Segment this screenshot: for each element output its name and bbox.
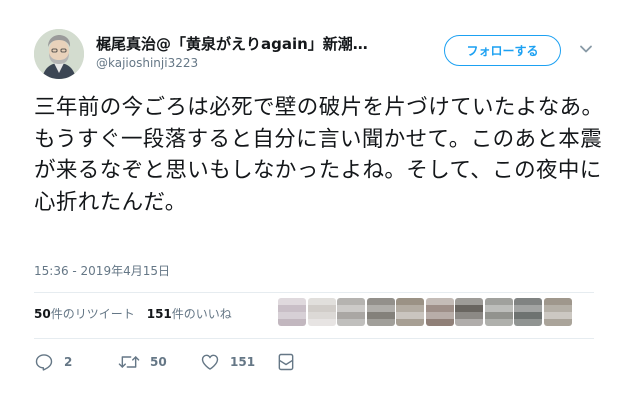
liker-avatar[interactable]	[366, 298, 395, 326]
avatar-blurred-icon	[366, 298, 395, 326]
reply-button[interactable]: 2	[34, 352, 72, 372]
reply-icon	[35, 354, 53, 371]
avatar-blurred-icon	[543, 298, 572, 326]
avatar-blurred-icon	[425, 298, 454, 326]
likes-label: 件のいいね	[171, 307, 232, 321]
retweet-icon	[118, 356, 140, 368]
chevron-down-icon	[580, 45, 592, 53]
retweets-label: 件のリツイート	[50, 307, 135, 321]
tweet-menu-caret[interactable]	[578, 41, 594, 57]
avatar-blurred-icon	[396, 298, 424, 326]
follow-button[interactable]: フォローする	[444, 35, 561, 66]
avatar[interactable]	[34, 29, 84, 79]
avatar-blurred-icon	[278, 298, 306, 326]
avatar-blurred-icon	[484, 298, 513, 326]
likes-stat[interactable]: 151件のいいね	[147, 307, 232, 321]
retweets-count: 50	[34, 307, 51, 321]
tweet-text: 三年前の今ごろは必死で壁の破片を片づけていたよなあ。もうすぐ一段落すると自分に言…	[34, 95, 604, 215]
user-handle[interactable]: @kajioshinji3223	[96, 56, 198, 70]
tweet-stats: 50件のリツイート 151件のいいね	[34, 305, 232, 322]
avatar-portrait-icon	[34, 29, 84, 79]
avatar-blurred-icon	[455, 298, 483, 326]
tweet-timestamp[interactable]: 15:36 - 2019年4月15日	[34, 262, 170, 279]
avatar-blurred-icon	[307, 298, 336, 326]
heart-icon	[201, 354, 219, 370]
likes-count: 151	[146, 307, 172, 321]
reply-count: 2	[64, 355, 73, 369]
liker-avatar[interactable]	[396, 298, 424, 326]
divider	[34, 292, 594, 293]
divider	[34, 338, 594, 339]
avatar-blurred-icon	[514, 298, 542, 326]
liker-avatar[interactable]	[543, 298, 572, 326]
liker-avatar[interactable]	[425, 298, 454, 326]
like-button[interactable]: 151	[200, 352, 255, 372]
avatar-blurred-icon	[337, 298, 365, 326]
retweets-stat[interactable]: 50件のリツイート	[34, 307, 135, 321]
direct-message-button[interactable]	[276, 352, 296, 372]
retweet-button[interactable]: 50	[118, 352, 167, 372]
liker-avatar[interactable]	[455, 298, 483, 326]
liker-avatar[interactable]	[307, 298, 336, 326]
retweet-count: 50	[150, 355, 167, 369]
display-name[interactable]: 梶尾真治@「黄泉がえりagain」新潮…	[96, 33, 368, 54]
like-count: 151	[230, 355, 256, 369]
liker-avatar[interactable]	[278, 298, 306, 326]
liker-avatar[interactable]	[484, 298, 513, 326]
liker-avatar[interactable]	[337, 298, 365, 326]
direct-message-icon	[278, 353, 294, 371]
liker-avatar[interactable]	[514, 298, 542, 326]
